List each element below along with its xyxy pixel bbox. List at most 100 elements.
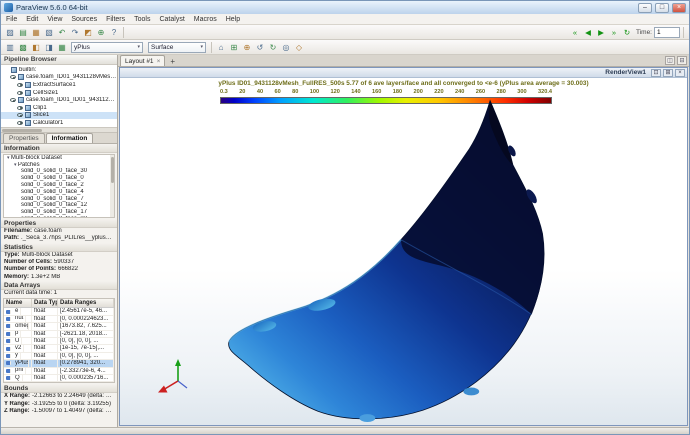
- table-row[interactable]: omega float [1673.82, 7.625...: [4, 323, 114, 330]
- patch-item[interactable]: solid_0_solid_0_face_7: [4, 196, 114, 203]
- menu-item[interactable]: View: [47, 16, 62, 23]
- color-toolbar-icon[interactable]: ◧: [30, 41, 42, 53]
- color-toolbar-icon[interactable]: ▥: [4, 41, 16, 53]
- menu-item[interactable]: Filters: [106, 16, 125, 23]
- camera-toolbar-icon[interactable]: ◇: [293, 41, 305, 53]
- split-horizontal-icon[interactable]: ◫: [665, 56, 675, 65]
- split-vertical-icon[interactable]: ⊟: [677, 56, 687, 65]
- menu-item[interactable]: Edit: [26, 16, 38, 23]
- visibility-eye-icon[interactable]: [17, 91, 23, 95]
- view-header-button[interactable]: ⊞: [663, 69, 673, 77]
- patch-item[interactable]: solid_0_solid_0_face_4: [4, 189, 114, 196]
- menu-item[interactable]: File: [6, 16, 17, 23]
- pipeline-item[interactable]: builtin:: [1, 66, 117, 74]
- render-canvas[interactable]: yPlus ID01_9431128vMesh_FullRES_500s 5.7…: [120, 78, 687, 425]
- toolbar-icon[interactable]: ?: [108, 26, 120, 38]
- tab-information[interactable]: Information: [46, 133, 94, 143]
- pipeline-item[interactable]: CellSize1: [1, 89, 117, 97]
- pipeline-scrollbar[interactable]: [1, 128, 117, 133]
- camera-toolbar-icon[interactable]: ⊕: [241, 41, 253, 53]
- maximize-button[interactable]: □: [655, 3, 669, 13]
- toolbar-icon[interactable]: ◩: [82, 26, 94, 38]
- table-row[interactable]: Q float [0, 0.000235716...: [4, 375, 114, 382]
- patch-item[interactable]: solid_0_solid_0_face_2: [4, 182, 114, 189]
- menu-item[interactable]: Tools: [134, 16, 150, 23]
- toolbar-icon[interactable]: ▨: [4, 26, 16, 38]
- table-row[interactable]: U float [0, 0], [0, 0], ...: [4, 338, 114, 345]
- minimize-button[interactable]: –: [638, 3, 652, 13]
- visibility-eye-icon[interactable]: [10, 98, 16, 102]
- col-type[interactable]: Data Type: [32, 299, 58, 307]
- patch-item[interactable]: solid_0_solid_0_face_22: [4, 216, 114, 218]
- vcr-control-icon[interactable]: ↻: [621, 26, 633, 38]
- table-row[interactable]: e float [2.45617e-5, 46...: [4, 308, 114, 315]
- visibility-eye-icon[interactable]: [17, 83, 23, 87]
- col-name[interactable]: Name: [4, 299, 32, 307]
- pipeline-item[interactable]: case.foam_ID01_ID01_9431128vMesh_F: [1, 96, 117, 104]
- visibility-eye-icon[interactable]: [17, 113, 23, 117]
- table-row[interactable]: p float [-2621.18, 2018...: [4, 331, 114, 338]
- vcr-control-icon[interactable]: «: [569, 26, 581, 38]
- view-header-button[interactable]: ⊡: [651, 69, 661, 77]
- pipeline-item[interactable]: ExtractSurface1: [1, 81, 117, 89]
- toolbar-icon[interactable]: ▦: [30, 26, 42, 38]
- pipeline-item[interactable]: Clip1: [1, 104, 117, 112]
- toolbar-icon[interactable]: ▧: [43, 26, 55, 38]
- statistics-row: Number of Cells: 590337: [1, 259, 117, 266]
- tab-properties[interactable]: Properties: [3, 133, 45, 143]
- camera-toolbar-icon[interactable]: ◎: [280, 41, 292, 53]
- visibility-eye-icon[interactable]: [17, 121, 23, 125]
- menu-item[interactable]: Catalyst: [159, 16, 184, 23]
- pipeline-item[interactable]: Slice1: [1, 112, 117, 120]
- toolbar-icon[interactable]: ↶: [56, 26, 68, 38]
- table-row[interactable]: nut float [0, 0.000224623...: [4, 316, 114, 323]
- color-field-select[interactable]: yPlus ▾: [71, 42, 143, 53]
- close-button[interactable]: ×: [672, 3, 686, 13]
- layout-tab[interactable]: Layout #1 ×: [120, 55, 165, 66]
- add-layout-button[interactable]: +: [167, 57, 178, 66]
- color-toolbar-icon[interactable]: ◨: [43, 41, 55, 53]
- color-toolbar-icon[interactable]: ▩: [17, 41, 29, 53]
- vcr-control-icon[interactable]: ◀: [582, 26, 594, 38]
- patch-item[interactable]: solid_0_solid_0_face_17: [4, 209, 114, 216]
- dataset-root[interactable]: Multi-block Dataset: [4, 155, 114, 162]
- table-row[interactable]: v2 float [1e-15, 7e-15],...: [4, 345, 114, 352]
- menu-item[interactable]: Sources: [71, 16, 97, 23]
- view-header-button[interactable]: ×: [675, 69, 685, 77]
- camera-toolbar-icon[interactable]: ⌂: [215, 41, 227, 53]
- patch-item[interactable]: solid_0_solid_0_face_0: [4, 175, 114, 182]
- pipeline-item[interactable]: case.foam_ID01_9431128vMesh_FullRES: [1, 74, 117, 82]
- menu-item[interactable]: Help: [226, 16, 240, 23]
- color-toolbar-icon[interactable]: ▦: [56, 41, 68, 53]
- toolbar-icon[interactable]: ↷: [69, 26, 81, 38]
- array-range: [-2621.18, 2018...: [58, 331, 114, 337]
- patch-item[interactable]: solid_0_solid_0_face_30: [4, 168, 114, 175]
- layout-tab-close-icon[interactable]: ×: [157, 58, 161, 65]
- layout-tab-bar: Layout #1 × + ◫ ⊟: [118, 55, 689, 67]
- toolbar-icon[interactable]: ▤: [17, 26, 29, 38]
- visibility-eye-icon[interactable]: [17, 106, 23, 110]
- representation-select[interactable]: Surface ▾: [148, 42, 206, 53]
- vcr-control-icon[interactable]: ▶: [595, 26, 607, 38]
- col-ranges[interactable]: Data Ranges: [58, 299, 114, 307]
- dataset-patches-group[interactable]: Patches: [4, 162, 114, 169]
- camera-toolbar-icon[interactable]: ↻: [267, 41, 279, 53]
- array-type: float: [32, 316, 58, 322]
- wing-surface-3d[interactable]: [120, 78, 687, 425]
- color-field-value: yPlus: [74, 44, 135, 51]
- table-row[interactable]: y float [0, 0], [0, 0], ...: [4, 353, 114, 360]
- toolbar-icon[interactable]: ⊕: [95, 26, 107, 38]
- table-row[interactable]: phi float [-2.33273e-6, 4...: [4, 368, 114, 375]
- camera-toolbar-icon[interactable]: ↺: [254, 41, 266, 53]
- patch-item[interactable]: solid_0_solid_0_face_12: [4, 202, 114, 209]
- pipeline-item[interactable]: Calculator1: [1, 119, 117, 127]
- scrollbar-thumb[interactable]: [111, 157, 114, 183]
- camera-toolbar-icon[interactable]: ⊞: [228, 41, 240, 53]
- tree-scrollbar[interactable]: [110, 155, 114, 217]
- menu-item[interactable]: Macros: [194, 16, 217, 23]
- time-input[interactable]: [654, 27, 680, 38]
- scrollbar-thumb[interactable]: [2, 129, 42, 132]
- visibility-eye-icon[interactable]: [10, 75, 16, 79]
- table-row[interactable]: yPlus float [0.278941, 320...: [4, 360, 114, 367]
- vcr-control-icon[interactable]: »: [608, 26, 620, 38]
